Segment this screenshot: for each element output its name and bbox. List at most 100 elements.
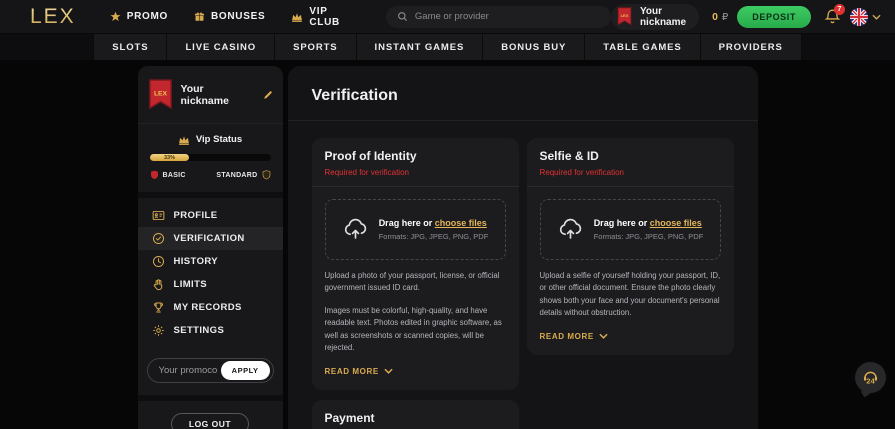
top-bar: LEX PROMO BONUSES VIP CLUB [0,0,895,34]
promocode-field[interactable]: APPLY [147,358,274,383]
crown-icon [178,135,190,145]
svg-text:LEX: LEX [153,90,167,97]
tab-live-casino[interactable]: LIVE CASINO [167,34,275,60]
required-label: Required for verification [325,168,506,177]
gift-icon [194,11,205,22]
drop-hint: Drag here or [379,218,433,228]
crown-icon [291,12,303,22]
svg-text:LEX: LEX [621,13,629,18]
category-bar: SLOTS LIVE CASINO SPORTS INSTANT GAMES B… [0,34,895,60]
title-divider [288,120,758,121]
tab-instant-games[interactable]: INSTANT GAMES [357,34,484,60]
top-menu-vip-club[interactable]: VIP CLUB [291,6,340,28]
content-area: LEX Your nickname Vip Status 33% [0,66,895,429]
balance-amount: 0 [712,11,718,23]
shield-red-icon [150,170,159,180]
cloud-upload-icon [557,216,584,243]
gear-icon [152,324,165,337]
edit-pencil-icon[interactable] [263,90,273,100]
star-icon [110,11,121,22]
badge-check-icon [152,232,165,245]
drop-hint: Drag here or [594,218,648,228]
vip-status-title: Vip Status [196,134,242,145]
vip-progress-label: 33% [164,155,175,161]
sidebar-item-history[interactable]: HISTORY [138,250,283,273]
tab-table-games[interactable]: TABLE GAMES [585,34,700,60]
nickname-label: Your nickname [640,6,686,28]
brand-logo[interactable]: LEX [30,5,76,29]
tab-slots[interactable]: SLOTS [93,34,167,60]
card-paragraph: Upload a photo of your passport, license… [325,270,506,295]
account-button[interactable]: LEX Your nickname [611,4,699,30]
logout-block: LOG OUT [138,401,283,429]
vip-progress-bar: 33% [150,154,271,161]
balance: 0 ₽ [712,11,728,23]
verification-panel: Verification Proof of Identity Required … [288,66,758,429]
chevron-down-icon [384,368,393,374]
tab-bonus-buy[interactable]: BONUS BUY [483,34,585,60]
card-paragraph: Images must be colorful, high-quality, a… [325,305,506,355]
top-menu-label: VIP CLUB [309,6,340,28]
choose-files-link[interactable]: choose files [650,218,702,228]
top-menu-bonuses[interactable]: BONUSES [194,11,265,22]
avatar-pennant-icon: LEX [148,79,173,110]
id-card-icon [152,209,165,222]
read-more-button[interactable]: READ MORE [325,367,506,376]
search-bar[interactable] [386,6,611,28]
card-payment: Payment Drag here or choose files Format… [312,400,519,429]
sidebar-item-my-records[interactable]: MY RECORDS [138,296,283,319]
promocode-input[interactable] [159,365,217,376]
language-selector[interactable] [850,8,881,26]
sidebar-profile-header: LEX Your nickname [138,66,283,124]
top-menu-label: BONUSES [211,11,265,22]
sidebar-item-limits[interactable]: LIMITS [138,273,283,296]
sidebar-item-settings[interactable]: SETTINGS [138,319,283,342]
upload-dropzone[interactable]: Drag here or choose files Formats: JPG, … [325,199,506,260]
vip-level-left-label: BASIC [163,172,186,179]
read-more-label: READ MORE [325,367,379,376]
sidebar-item-label: MY RECORDS [174,302,242,313]
formats-label: Formats: JPG, JPEG, PNG, PDF [379,232,489,241]
read-more-label: READ MORE [540,332,594,341]
notification-badge: 7 [834,4,845,15]
support-chat-button[interactable]: 24 [855,362,886,393]
upload-dropzone[interactable]: Drag here or choose files Formats: JPG, … [540,199,721,260]
page-title: Verification [312,87,734,105]
uk-flag-icon [850,8,868,26]
search-input[interactable] [415,11,600,22]
logout-button[interactable]: LOG OUT [171,413,249,429]
sidebar-menu: PROFILE VERIFICATION HISTORY LIMITS [138,198,283,348]
read-more-button[interactable]: READ MORE [540,332,721,341]
headset-24-icon: 24 [858,365,883,390]
deposit-button[interactable]: DEPOSIT [737,6,811,28]
vip-status-block: Vip Status 33% BASIC STANDARD [138,124,283,192]
apply-button[interactable]: APPLY [221,361,270,380]
search-icon [397,11,408,22]
required-label: Required for verification [540,168,721,177]
top-menu-promo[interactable]: PROMO [110,11,168,22]
sidebar-item-verification[interactable]: VERIFICATION [138,227,283,250]
formats-label: Formats: JPG, JPEG, PNG, PDF [594,232,704,241]
tab-providers[interactable]: PROVIDERS [701,34,802,60]
promocode-block: APPLY [138,348,283,395]
card-title: Proof of Identity [325,149,506,163]
card-paragraph: Upload a selfie of yourself holding your… [540,270,721,320]
vip-level-right-label: STANDARD [216,172,257,179]
avatar-pennant-icon: LEX [617,7,632,26]
sidebar-item-profile[interactable]: PROFILE [138,204,283,227]
choose-files-link[interactable]: choose files [435,218,487,228]
notifications-button[interactable]: 7 [824,8,841,25]
sidebar-item-label: SETTINGS [174,325,225,336]
sidebar-item-label: LIMITS [174,279,208,290]
top-menu: PROMO BONUSES VIP CLUB [110,6,340,28]
vip-level-next: STANDARD [216,170,270,180]
sidebar-item-label: HISTORY [174,256,219,267]
vip-level-current: BASIC [150,170,186,180]
vip-progress-fill: 33% [150,154,190,161]
tab-sports[interactable]: SPORTS [275,34,356,60]
top-right-cluster: LEX Your nickname 0 ₽ DEPOSIT 7 [611,4,881,30]
card-proof-of-identity: Proof of Identity Required for verificat… [312,138,519,390]
account-sidebar: LEX Your nickname Vip Status 33% [138,66,283,429]
sidebar-item-label: PROFILE [174,210,218,221]
shield-gold-icon [262,170,271,180]
